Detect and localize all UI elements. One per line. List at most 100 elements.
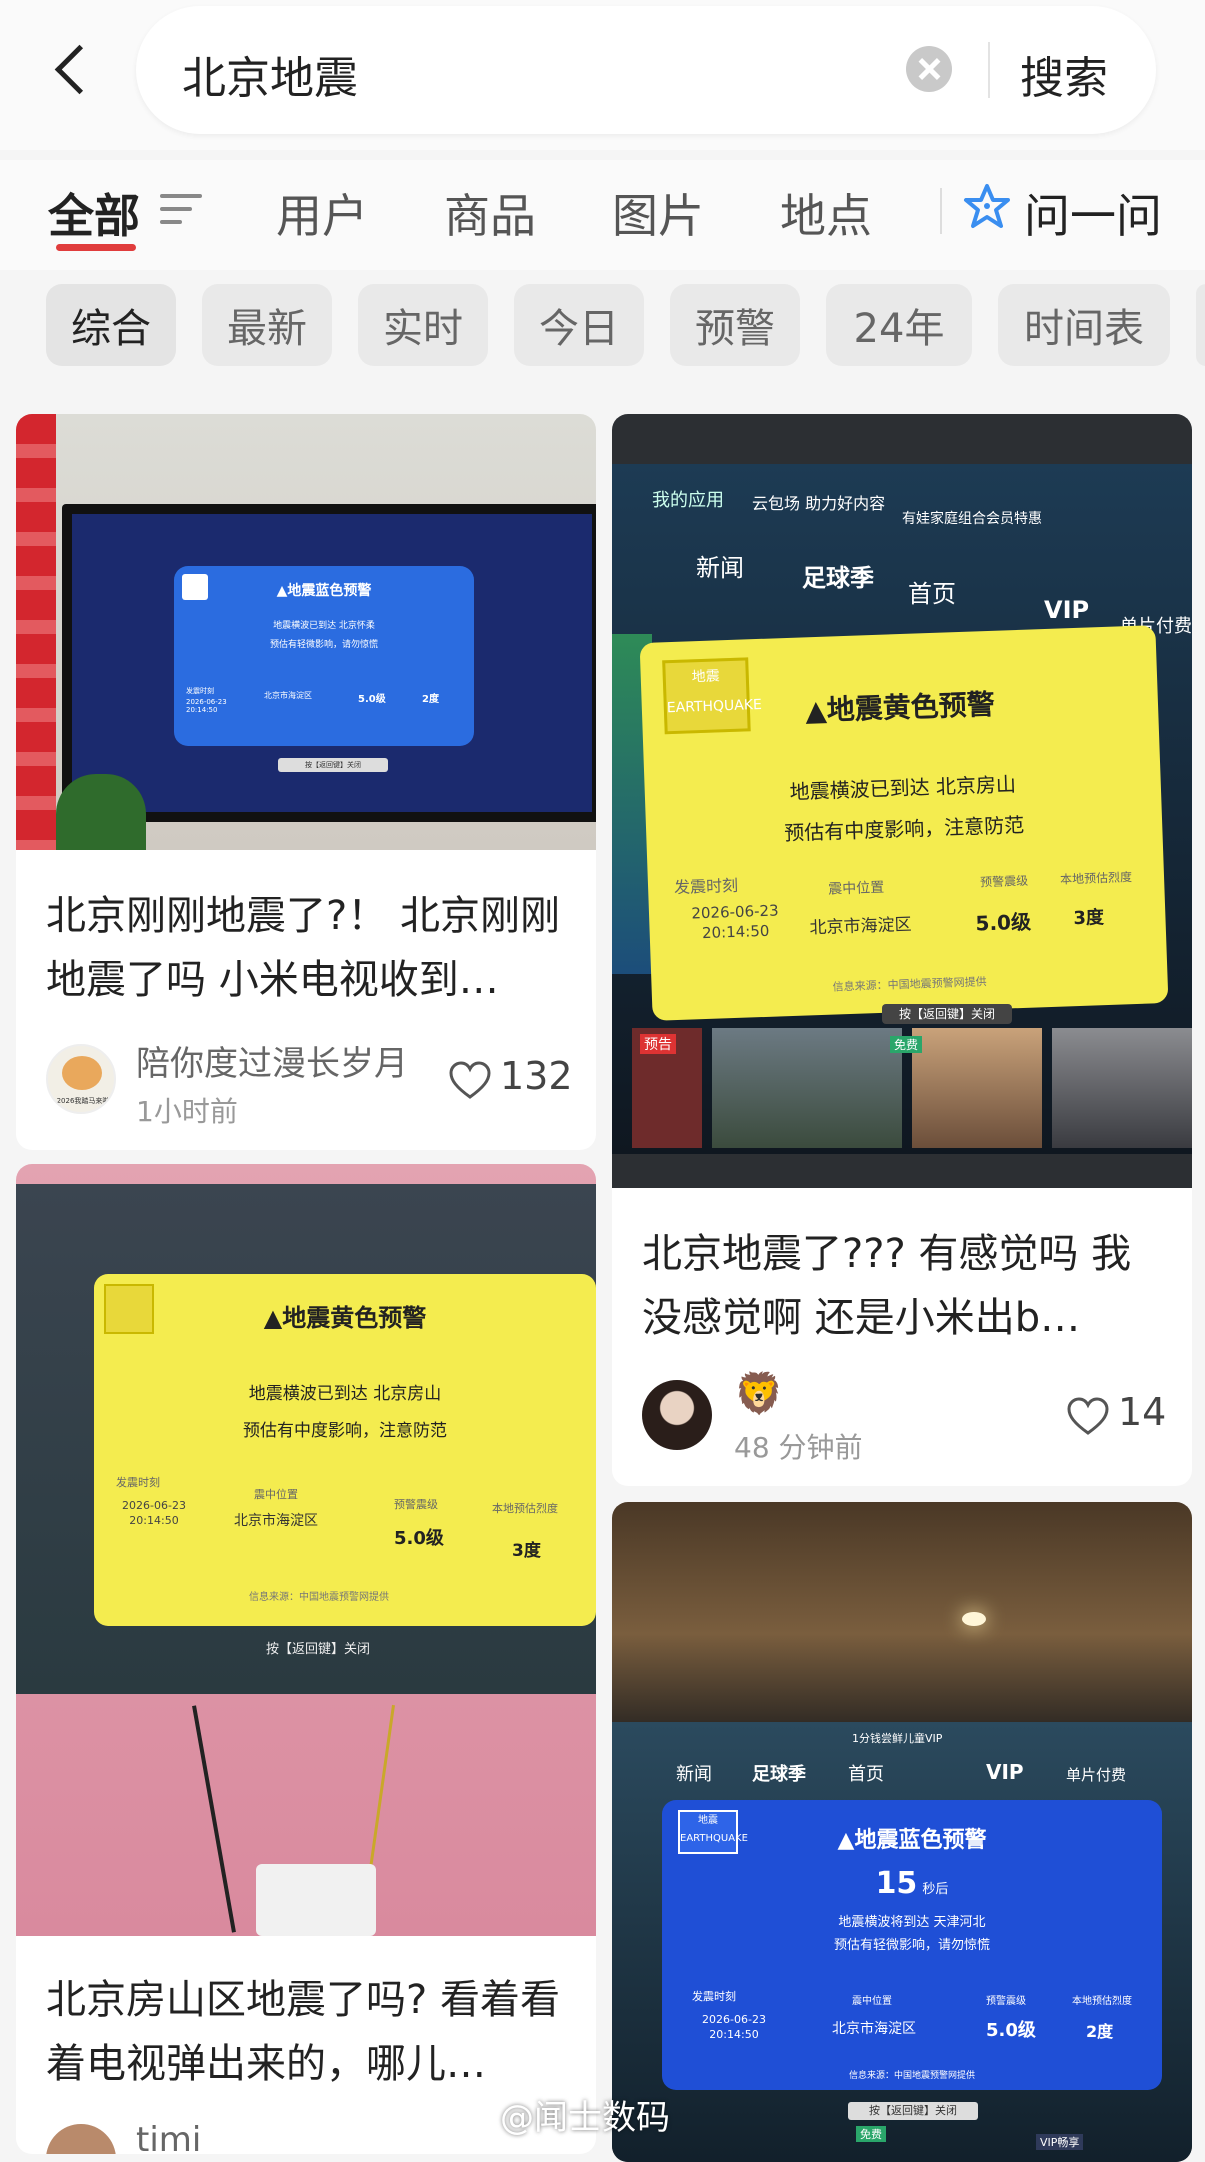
alert-time: 2026-06-23 20:14:50 <box>122 1499 186 1527</box>
tv-menu-item: 有娃家庭组合会员特惠 <box>902 511 1042 527</box>
alert-line1: 地震横波将到达 天津河北 <box>838 1915 986 1930</box>
earthquake-logo-icon: 地震 EARTHQUAKE <box>678 1810 748 1854</box>
note-title[interactable]: 北京地震了??? 有感觉吗 我没感觉啊 还是小米出b… <box>642 1222 1162 1350</box>
search-button[interactable]: 搜索 <box>1020 42 1108 106</box>
ceiling-light <box>962 1612 986 1626</box>
tv-poster <box>912 1028 1042 1148</box>
note-title[interactable]: 北京刚刚地震了?！ 北京刚刚地震了吗 小米电视收到… <box>46 884 566 1012</box>
back-arrow-icon[interactable] <box>48 38 98 98</box>
tv-poster: 预告 <box>632 1028 702 1148</box>
category-tabs: 全部 用户 商品 图片 地点 问一问 <box>0 160 1205 270</box>
note-image[interactable]: 我的应用 云包场 助力好内容 有娃家庭组合会员特惠 新闻 足球季 首页 VIP … <box>612 414 1192 1188</box>
avatar[interactable] <box>642 1380 712 1450</box>
alert-intensity-label: 本地预估烈度 <box>1059 870 1133 887</box>
alert-magnitude: 5.0级 <box>986 2020 1036 2041</box>
tv-screen: ▲地震黄色预警 地震横波已到达 北京房山 预估有中度影响，注意防范 发震时刻 2… <box>16 1184 596 1694</box>
close-hint: 按【返回键】关闭 <box>882 1004 1012 1024</box>
tab-products[interactable]: 商品 <box>444 180 536 246</box>
author-name[interactable]: 陪你度过漫长岁月 <box>136 1036 408 1085</box>
countdown-value: 15 <box>875 1866 918 1901</box>
chip-comprehensive[interactable]: 综合 <box>46 284 176 366</box>
tab-divider <box>940 188 942 234</box>
alert-source: 信息来源：中国地震预警网提供 <box>848 2071 975 2081</box>
close-hint: 按【返回键】关闭 <box>266 1642 371 1657</box>
like-count: 14 <box>1118 1390 1167 1434</box>
chip-timeline[interactable]: 时间表 <box>998 284 1170 366</box>
note-image[interactable]: 新闻 足球季 首页 VIP 单片付费 1分钱尝鲜儿童VIP 地震 EARTHQU… <box>612 1502 1192 2162</box>
tab-ask[interactable]: 问一问 <box>1024 180 1162 246</box>
tab-users[interactable]: 用户 <box>276 180 368 246</box>
chip-2024[interactable]: 24年 <box>826 284 972 366</box>
tab-images[interactable]: 图片 <box>612 180 704 246</box>
earthquake-logo-icon: 地震 EARTHQUAKE <box>662 657 762 735</box>
filter-icon[interactable] <box>160 192 202 226</box>
author-emoji[interactable]: 🦁 <box>734 1370 784 1417</box>
note-card[interactable]: 我的应用 云包场 助力好内容 有娃家庭组合会员特惠 新闻 足球季 首页 VIP … <box>612 414 1192 1486</box>
countdown-unit: 秒后 <box>922 1882 949 1897</box>
chip-realtime[interactable]: 实时 <box>358 284 488 366</box>
alert-line1: 地震横波已到达 北京房山 <box>789 772 1017 804</box>
plant-decoration <box>56 774 146 850</box>
alert-magnitude-label: 预警震级 <box>979 873 1029 890</box>
avatar[interactable] <box>46 2124 116 2154</box>
alert-magnitude-label: 预警震级 <box>986 1996 1026 2007</box>
note-card[interactable]: ▲地震黄色预警 地震横波已到达 北京房山 预估有中度影响，注意防范 发震时刻 2… <box>16 1164 596 2154</box>
note-image[interactable]: ▲地震黄色预警 地震横波已到达 北京房山 预估有中度影响，注意防范 发震时刻 2… <box>16 1164 596 1936</box>
alert-intensity: 2度 <box>1086 2022 1114 2041</box>
earthquake-yellow-alert: ▲地震黄色预警 地震横波已到达 北京房山 预估有中度影响，注意防范 发震时刻 2… <box>94 1274 596 1626</box>
avatar-caption: 2026我踏马来啦 <box>56 1097 110 1105</box>
tab-places[interactable]: 地点 <box>780 180 872 246</box>
alert-time: 2026-06-23 20:14:50 <box>691 901 779 943</box>
author-name[interactable]: timi <box>136 2120 201 2154</box>
note-image[interactable]: ▲地震蓝色预警 地震横波已到达 北京怀柔 预估有轻微影响，请勿惊慌 发震时刻 2… <box>16 414 596 850</box>
alert-location: 北京市海淀区 <box>234 1513 318 1529</box>
alert-time-label: 发震时刻 <box>186 687 214 695</box>
free-badge: 免费 <box>890 1036 923 1053</box>
search-input[interactable]: 北京地震 <box>182 42 358 106</box>
earthquake-logo-icon <box>182 574 208 600</box>
alert-location: 北京市海淀区 <box>832 2021 916 2037</box>
alert-source: 信息来源：中国地震预警网提供 <box>832 975 987 994</box>
alert-location: 北京市海淀区 <box>264 691 312 700</box>
alert-line2: 预估有中度影响，注意防范 <box>783 812 1025 846</box>
cartoon-avatar-icon <box>62 1056 102 1090</box>
active-tab-indicator <box>56 244 136 251</box>
alert-intensity: 2度 <box>422 694 439 705</box>
earthquake-yellow-alert: 地震 EARTHQUAKE ▲地震黄色预警 地震横波已到达 北京房山 预估有中度… <box>639 625 1169 1021</box>
alert-magnitude: 5.0级 <box>394 1528 444 1549</box>
chip-overflow[interactable] <box>1196 284 1205 366</box>
clear-icon[interactable] <box>906 46 952 92</box>
watermark: @闻士数码 <box>500 2098 670 2138</box>
alert-intensity: 3度 <box>1073 907 1105 930</box>
post-time: 48 分钟前 <box>734 1431 863 1464</box>
alert-time-label: 发震时刻 <box>692 1990 736 2003</box>
alert-source: 信息来源：中国地震预警网提供 <box>249 1592 389 1603</box>
earthquake-blue-alert: ▲地震蓝色预警 地震横波已到达 北京怀柔 预估有轻微影响，请勿惊慌 发震时刻 2… <box>174 566 474 746</box>
tab-all[interactable]: 全部 <box>48 180 140 246</box>
alert-intensity-label: 本地预估烈度 <box>1072 1996 1132 2007</box>
alert-location: 北京市海淀区 <box>809 914 912 939</box>
chip-warning[interactable]: 预警 <box>670 284 800 366</box>
free-badge: 免费 <box>856 2126 886 2142</box>
red-decoration <box>16 414 56 850</box>
sort-chips: 综合 最新 实时 今日 预警 24年 时间表 <box>0 284 1205 374</box>
note-card[interactable]: ▲地震蓝色预警 地震横波已到达 北京怀柔 预估有轻微影响，请勿惊慌 发震时刻 2… <box>16 414 596 1150</box>
ask-star-icon[interactable] <box>962 182 1012 238</box>
search-divider <box>988 42 990 98</box>
search-box[interactable]: 北京地震 搜索 <box>136 6 1156 134</box>
tv-screen: ▲地震蓝色预警 地震横波已到达 北京怀柔 预估有轻微影响，请勿惊慌 发震时刻 2… <box>72 514 592 812</box>
note-card[interactable]: 新闻 足球季 首页 VIP 单片付费 1分钱尝鲜儿童VIP 地震 EARTHQU… <box>612 1502 1192 2162</box>
alert-title: ▲地震黄色预警 <box>263 1304 427 1332</box>
alert-time-label: 发震时刻 <box>673 875 739 898</box>
note-title[interactable]: 北京房山区地震了吗? 看着看着电视弹出来的，哪儿… <box>46 1968 566 2096</box>
alert-line1: 地震横波已到达 北京房山 <box>248 1384 442 1404</box>
alert-time: 2026-06-23 20:14:50 <box>702 2013 766 2041</box>
alert-line2: 预估有中度影响，注意防范 <box>243 1421 447 1441</box>
heart-icon[interactable] <box>1066 1396 1110 1436</box>
chip-today[interactable]: 今日 <box>514 284 644 366</box>
cable <box>192 1705 236 1933</box>
heart-icon[interactable] <box>448 1060 492 1100</box>
avatar[interactable]: 2026我踏马来啦 <box>46 1044 116 1114</box>
chip-latest[interactable]: 最新 <box>202 284 332 366</box>
alert-magnitude-label: 预警震级 <box>394 1498 438 1511</box>
